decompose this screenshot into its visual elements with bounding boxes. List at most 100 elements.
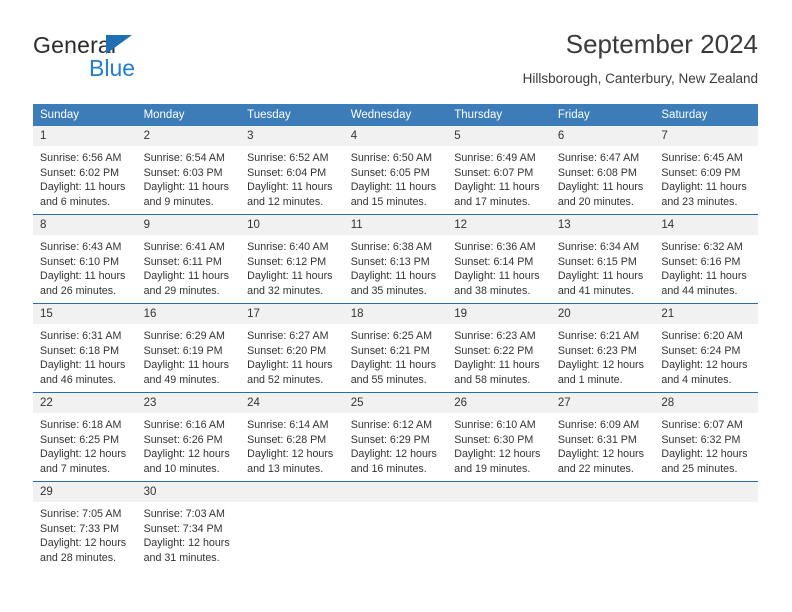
day-cell[interactable]: 4 Sunrise: 6:50 AM Sunset: 6:05 PM Daylight…: [343, 126, 448, 215]
day-cell[interactable]: 13 Sunrise: 6:34 AM Sunset: 6:15 PM Dayligh…: [550, 214, 655, 304]
day-cell[interactable]: 28 Sunrise: 6:07 AM Sunset: 6:32 PM Dayligh…: [654, 392, 758, 482]
daylight-text-line1: Daylight: 12 hours: [247, 448, 334, 461]
day-details: Sunrise: 6:40 AM Sunset: 6:12 PM Daylight:…: [240, 235, 344, 298]
day-cell[interactable]: 25 Sunrise: 6:12 AM Sunset: 6:29 PM Dayligh…: [343, 392, 448, 482]
day-details: Sunrise: 6:32 AM Sunset: 6:16 PM Daylight:…: [654, 235, 758, 298]
day-number: 10: [240, 215, 344, 235]
sunrise-text: Sunrise: 6:20 AM: [661, 330, 743, 342]
daylight-text-line2: and 6 minutes.: [40, 195, 111, 208]
daylight-text-line2: and 9 minutes.: [143, 195, 214, 208]
day-cell[interactable]: 11 Sunrise: 6:38 AM Sunset: 6:13 PM Dayligh…: [343, 214, 448, 304]
day-details: Sunrise: 6:12 AM Sunset: 6:29 PM Daylight:…: [344, 413, 448, 476]
day-cell[interactable]: 5 Sunrise: 6:49 AM Sunset: 6:07 PM Daylight…: [447, 126, 551, 215]
day-cell[interactable]: 14 Sunrise: 6:32 AM Sunset: 6:16 PM Dayligh…: [654, 214, 758, 304]
brand-logo[interactable]: General Blue: [33, 32, 233, 88]
sunset-text: Sunset: 6:09 PM: [661, 166, 741, 179]
day-number: 12: [447, 215, 551, 235]
week-row: 22 Sunrise: 6:18 AM Sunset: 6:25 PM Dayligh…: [33, 392, 758, 482]
daylight-text-line2: and 38 minutes.: [454, 284, 531, 297]
weekday-header-thursday: Thursday: [447, 104, 551, 126]
day-cell[interactable]: 29 Sunrise: 7:05 AM Sunset: 7:33 PM Dayligh…: [33, 481, 137, 570]
day-cell[interactable]: 12 Sunrise: 6:36 AM Sunset: 6:14 PM Dayligh…: [447, 214, 551, 304]
day-cell[interactable]: 18 Sunrise: 6:25 AM Sunset: 6:21 PM Dayligh…: [343, 303, 448, 393]
day-details: Sunrise: 6:29 AM Sunset: 6:19 PM Daylight:…: [137, 324, 241, 387]
daylight-text-line2: and 25 minutes.: [661, 462, 738, 475]
sunrise-text: Sunrise: 6:47 AM: [557, 152, 640, 164]
day-details: Sunrise: 6:49 AM Sunset: 6:07 PM Daylight:…: [447, 146, 551, 209]
day-cell[interactable]: 2 Sunrise: 6:54 AM Sunset: 6:03 PM Daylight…: [136, 126, 241, 215]
day-details: Sunrise: 6:43 AM Sunset: 6:10 PM Daylight:…: [33, 235, 137, 298]
daylight-text-line1: Daylight: 11 hours: [350, 181, 437, 194]
day-cell[interactable]: 16 Sunrise: 6:29 AM Sunset: 6:19 PM Dayligh…: [136, 303, 241, 393]
day-cell[interactable]: 10 Sunrise: 6:40 AM Sunset: 6:12 PM Dayligh…: [240, 214, 344, 304]
day-cell[interactable]: 24 Sunrise: 6:14 AM Sunset: 6:28 PM Dayligh…: [240, 392, 344, 482]
day-cell[interactable]: 27 Sunrise: 6:09 AM Sunset: 6:31 PM Dayligh…: [550, 392, 655, 482]
day-number: 24: [240, 393, 344, 413]
daylight-text-line1: Daylight: 11 hours: [40, 270, 126, 283]
sunrise-text: Sunrise: 6:43 AM: [40, 241, 122, 253]
day-cell[interactable]: 9 Sunrise: 6:41 AM Sunset: 6:11 PM Daylight…: [136, 214, 241, 304]
day-number: 6: [550, 126, 655, 146]
daylight-text-line2: and 10 minutes.: [143, 462, 220, 475]
daylight-text-line2: and 49 minutes.: [143, 373, 220, 386]
daylight-text-line1: Daylight: 11 hours: [454, 359, 540, 372]
day-cell[interactable]: 19 Sunrise: 6:23 AM Sunset: 6:22 PM Dayligh…: [447, 303, 551, 393]
calendar-body: 1 Sunrise: 6:56 AM Sunset: 6:02 PM Daylight…: [33, 126, 758, 570]
daylight-text-line1: Daylight: 12 hours: [143, 537, 230, 550]
day-cell[interactable]: 21 Sunrise: 6:20 AM Sunset: 6:24 PM Dayligh…: [654, 303, 758, 393]
day-cell-empty: [550, 481, 655, 570]
daylight-text-line1: Daylight: 12 hours: [40, 448, 127, 461]
daylight-text-line1: Daylight: 12 hours: [661, 448, 748, 461]
sunrise-text: Sunrise: 6:41 AM: [143, 241, 225, 253]
day-cell[interactable]: 23 Sunrise: 6:16 AM Sunset: 6:26 PM Dayligh…: [136, 392, 241, 482]
weekday-header-wednesday: Wednesday: [343, 104, 448, 126]
sunset-text: Sunset: 6:05 PM: [350, 166, 430, 179]
day-details: Sunrise: 6:16 AM Sunset: 6:26 PM Daylight:…: [137, 413, 241, 476]
day-cell[interactable]: 17 Sunrise: 6:27 AM Sunset: 6:20 PM Dayligh…: [240, 303, 344, 393]
day-cell[interactable]: 3 Sunrise: 6:52 AM Sunset: 6:04 PM Daylight…: [240, 126, 344, 215]
day-number: 9: [136, 215, 241, 235]
daylight-text-line1: Daylight: 12 hours: [557, 448, 644, 461]
page-header: General Blue September 2024 Hillsborough…: [33, 28, 758, 96]
daylight-text-line1: Daylight: 12 hours: [143, 448, 230, 461]
day-cell[interactable]: 15 Sunrise: 6:31 AM Sunset: 6:18 PM Dayligh…: [33, 303, 137, 393]
sunrise-text: Sunrise: 6:07 AM: [661, 419, 743, 431]
sunrise-text: Sunrise: 6:16 AM: [143, 419, 225, 431]
day-number: 17: [240, 304, 344, 324]
day-number: 16: [136, 304, 241, 324]
day-cell-empty: [654, 481, 758, 570]
sunset-text: Sunset: 6:19 PM: [143, 344, 223, 357]
sunset-text: Sunset: 6:25 PM: [40, 433, 120, 446]
daylight-text-line2: and 20 minutes.: [557, 195, 634, 208]
day-details: Sunrise: 6:34 AM Sunset: 6:15 PM Daylight:…: [551, 235, 655, 298]
daylight-text-line2: and 16 minutes.: [350, 462, 427, 475]
daylight-text-line2: and 29 minutes.: [143, 284, 220, 297]
day-cell[interactable]: 30 Sunrise: 7:03 AM Sunset: 7:34 PM Dayligh…: [136, 481, 241, 570]
day-cell[interactable]: 26 Sunrise: 6:10 AM Sunset: 6:30 PM Dayligh…: [447, 392, 551, 482]
daylight-text-line1: Daylight: 11 hours: [557, 181, 644, 194]
daylight-text-line2: and 58 minutes.: [454, 373, 531, 386]
day-details: Sunrise: 6:36 AM Sunset: 6:14 PM Daylight:…: [447, 235, 551, 298]
sunrise-text: Sunrise: 6:18 AM: [40, 419, 122, 431]
sunset-text: Sunset: 6:11 PM: [143, 255, 222, 268]
day-cell[interactable]: 22 Sunrise: 6:18 AM Sunset: 6:25 PM Dayligh…: [33, 392, 137, 482]
sunset-text: Sunset: 6:24 PM: [661, 344, 741, 357]
day-cell[interactable]: 20 Sunrise: 6:21 AM Sunset: 6:23 PM Dayligh…: [550, 303, 655, 393]
day-number: 13: [550, 215, 655, 235]
day-details: Sunrise: 6:45 AM Sunset: 6:09 PM Daylight:…: [654, 146, 758, 209]
day-number: 27: [550, 393, 655, 413]
day-number: 3: [240, 126, 344, 146]
day-details: [447, 502, 551, 507]
daylight-text-line2: and 44 minutes.: [661, 284, 738, 297]
day-cell[interactable]: 1 Sunrise: 6:56 AM Sunset: 6:02 PM Daylight…: [33, 126, 137, 215]
day-cell[interactable]: 6 Sunrise: 6:47 AM Sunset: 6:08 PM Daylight…: [550, 126, 655, 215]
week-row: 29 Sunrise: 7:05 AM Sunset: 7:33 PM Dayligh…: [33, 481, 758, 570]
day-cell[interactable]: 8 Sunrise: 6:43 AM Sunset: 6:10 PM Daylight…: [33, 214, 137, 304]
sunset-text: Sunset: 6:13 PM: [350, 255, 430, 268]
day-cell[interactable]: 7 Sunrise: 6:45 AM Sunset: 6:09 PM Daylight…: [654, 126, 758, 215]
day-details: Sunrise: 6:54 AM Sunset: 6:03 PM Daylight:…: [137, 146, 241, 209]
day-details: [551, 502, 655, 507]
daylight-text-line1: Daylight: 11 hours: [661, 181, 747, 194]
daylight-text-line2: and 17 minutes.: [454, 195, 531, 208]
day-details: Sunrise: 6:23 AM Sunset: 6:22 PM Daylight:…: [447, 324, 551, 387]
